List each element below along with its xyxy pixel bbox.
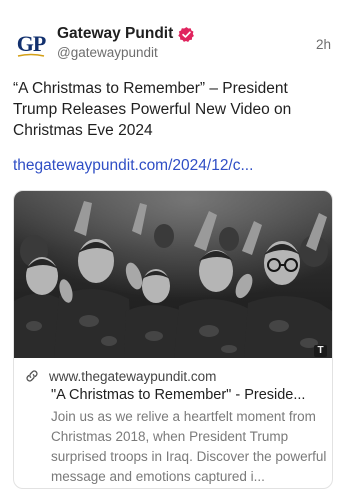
post-link[interactable]: thegatewaypundit.com/2024/12/c... — [13, 155, 253, 176]
name-row: Gateway Pundit — [57, 24, 195, 44]
verified-badge-icon — [178, 26, 195, 42]
image-badge: T — [314, 345, 327, 357]
link-icon — [26, 370, 38, 382]
link-title[interactable]: "A Christmas to Remember" - Preside... — [51, 386, 327, 405]
link-domain-row: www.thegatewaypundit.com — [24, 367, 326, 385]
post[interactable]: GP Gateway Pundit @gatewaypundit 2h “A C… — [0, 0, 346, 500]
user-handle[interactable]: @gatewaypundit — [57, 45, 158, 60]
avatar[interactable]: GP — [13, 26, 49, 62]
post-text: “A Christmas to Remember” – President Tr… — [13, 80, 292, 139]
display-name[interactable]: Gateway Pundit — [57, 25, 173, 43]
post-header: GP Gateway Pundit @gatewaypundit 2h — [13, 24, 333, 66]
link-preview-card[interactable]: T www.thegatewaypundit.com "A Christmas … — [13, 190, 333, 489]
link-description: Join us as we relive a heartfelt moment … — [51, 409, 327, 484]
avatar-swoosh — [17, 53, 45, 57]
link-domain: www.thegatewaypundit.com — [49, 368, 217, 384]
post-timestamp[interactable]: 2h — [316, 37, 331, 52]
link-preview-image[interactable] — [14, 191, 332, 358]
link-preview-body[interactable]: www.thegatewaypundit.com "A Christmas to… — [24, 367, 326, 487]
